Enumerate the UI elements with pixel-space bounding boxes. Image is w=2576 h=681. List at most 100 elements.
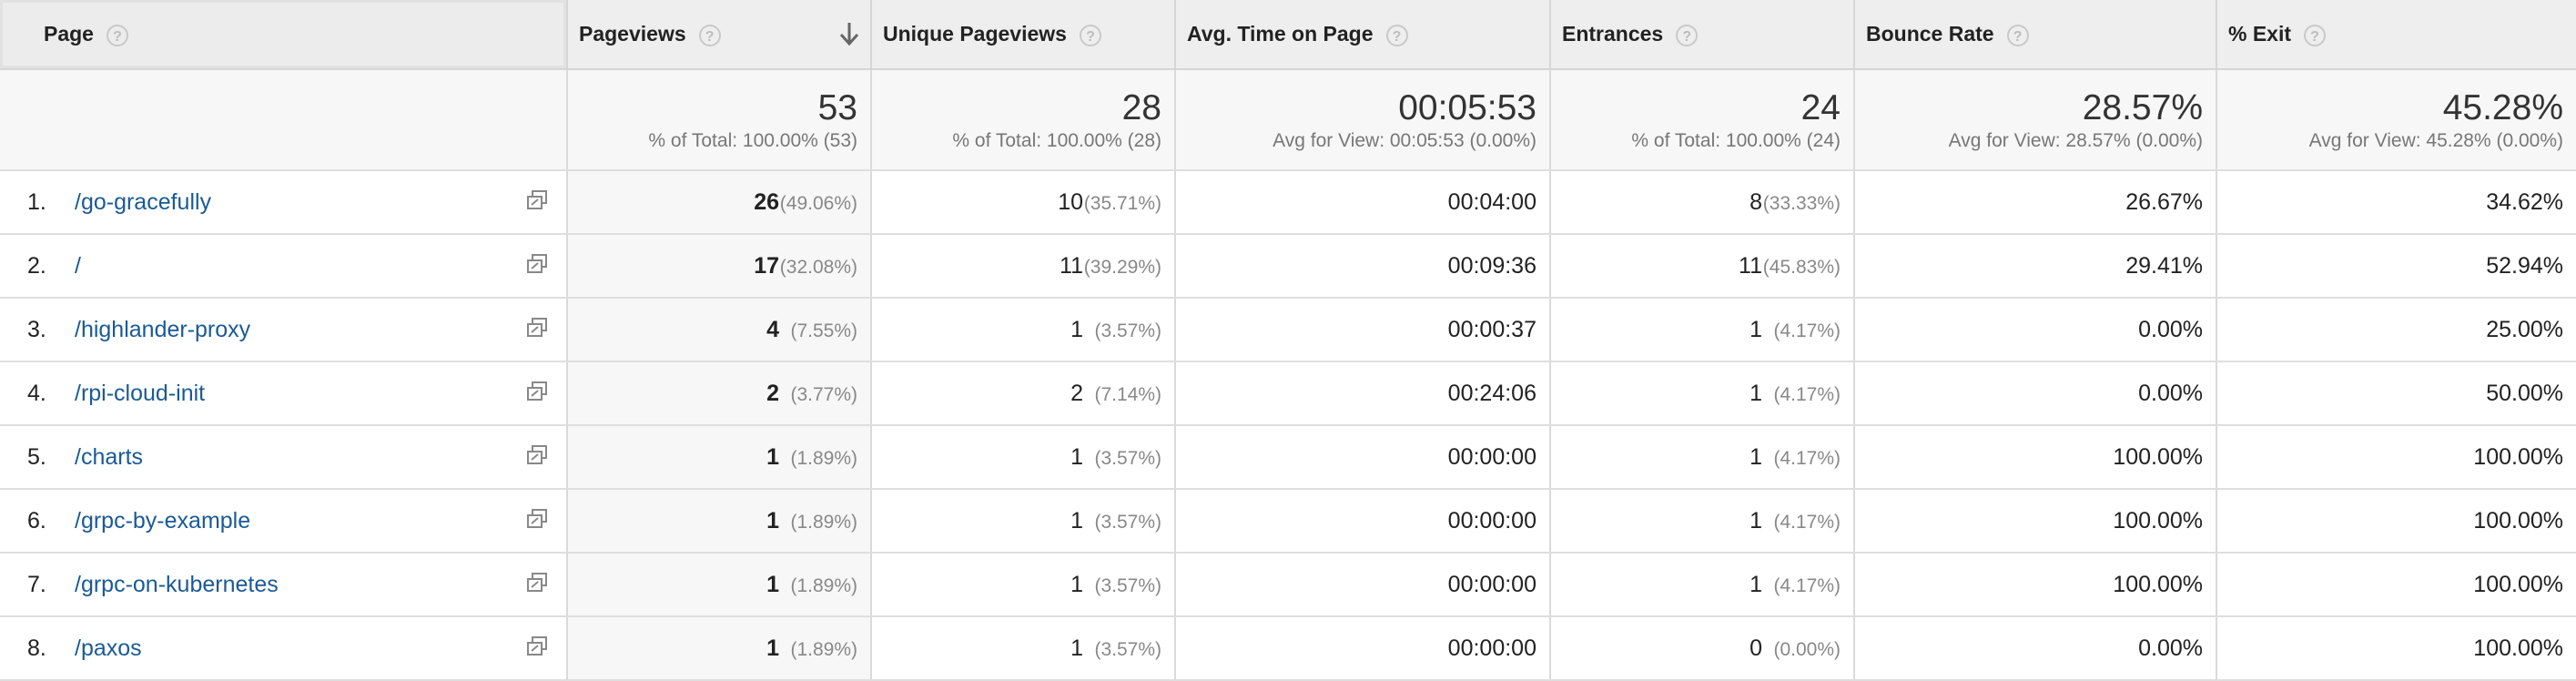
column-header-label: Pageviews <box>579 22 686 46</box>
exit-value: 100.00% <box>2473 571 2563 597</box>
pageviews-percent: (1.89%) <box>790 574 857 596</box>
popout-icon[interactable] <box>526 572 548 594</box>
table-row: 2./ 17(32.08%) 11(39.29%) 00:09:36 11(45… <box>0 234 2576 299</box>
entrances-cell: 1 (4.17%) <box>1549 361 1854 426</box>
help-icon[interactable]: ? <box>1385 24 1408 46</box>
unique-pageviews-cell: 1 (3.57%) <box>870 489 1175 554</box>
column-header-avg-time[interactable]: Avg. Time on Page? <box>1174 0 1550 70</box>
avg-time-value: 00:00:00 <box>1447 635 1536 661</box>
row-rank: 1. <box>27 188 46 215</box>
pageviews-percent: (32.08%) <box>779 256 857 278</box>
page-link[interactable]: / <box>75 253 81 279</box>
bounce-rate-cell: 0.00% <box>1853 616 2216 681</box>
column-header-page[interactable]: Page? <box>0 0 567 70</box>
unique-pageviews-cell: 1 (3.57%) <box>870 553 1175 617</box>
avg-time-cell: 00:24:06 <box>1174 361 1550 426</box>
exit-cell: 25.00% <box>2216 298 2576 362</box>
bounce-rate-value: 26.67% <box>2125 188 2203 215</box>
pageviews-percent: (1.89%) <box>790 511 857 533</box>
analytics-table: Page? Pageviews? Unique Pageviews? Avg. … <box>0 0 2576 681</box>
help-icon[interactable]: ? <box>2304 24 2327 46</box>
summary-value: 28 <box>1121 87 1161 127</box>
unique-pageviews-percent: (3.57%) <box>1094 638 1161 660</box>
column-header-pageviews[interactable]: Pageviews? <box>566 0 871 70</box>
popout-icon[interactable] <box>526 381 548 402</box>
exit-value: 52.94% <box>2486 252 2563 279</box>
unique-pageviews-value: 2 <box>1070 380 1083 406</box>
bounce-rate-cell: 26.67% <box>1853 170 2216 235</box>
help-icon[interactable]: ? <box>1676 24 1699 46</box>
popout-icon[interactable] <box>526 253 548 275</box>
popout-icon[interactable] <box>526 508 548 530</box>
pageviews-cell: 2 (3.77%) <box>566 361 871 426</box>
help-icon[interactable]: ? <box>106 24 128 46</box>
bounce-rate-cell: 100.00% <box>1853 425 2216 490</box>
summary-value: 53 <box>817 87 857 127</box>
column-header-label: Avg. Time on Page <box>1187 22 1374 46</box>
entrances-percent: (4.17%) <box>1773 511 1841 533</box>
popout-icon[interactable] <box>526 444 548 466</box>
unique-pageviews-value: 1 <box>1070 507 1083 534</box>
exit-cell: 100.00% <box>2216 553 2576 617</box>
page-link[interactable]: /grpc-on-kubernetes <box>75 572 279 597</box>
row-rank: 3. <box>27 316 46 342</box>
column-header-bounce-rate[interactable]: Bounce Rate? <box>1853 0 2216 70</box>
page-link[interactable]: /go-gracefully <box>75 189 211 215</box>
avg-time-cell: 00:04:00 <box>1174 170 1550 235</box>
unique-pageviews-cell: 11(39.29%) <box>870 234 1175 299</box>
avg-time-value: 00:04:00 <box>1447 188 1536 215</box>
summary-subtext: % of Total: 100.00% (28) <box>952 129 1161 151</box>
pageviews-value: 1 <box>766 635 779 661</box>
unique-pageviews-value: 1 <box>1070 571 1083 597</box>
avg-time-cell: 00:00:00 <box>1174 616 1550 681</box>
exit-value: 100.00% <box>2473 443 2563 470</box>
avg-time-value: 00:00:37 <box>1447 316 1536 342</box>
pageviews-value: 4 <box>766 316 779 342</box>
unique-pageviews-cell: 1 (3.57%) <box>870 298 1175 362</box>
help-icon[interactable]: ? <box>1079 24 1101 46</box>
sort-arrow-down-icon[interactable] <box>837 20 861 47</box>
exit-cell: 100.00% <box>2216 616 2576 681</box>
row-rank: 5. <box>27 443 46 470</box>
entrances-cell: 1 (4.17%) <box>1549 489 1854 554</box>
entrances-value: 1 <box>1749 443 1762 470</box>
pageviews-cell: 4 (7.55%) <box>566 298 871 362</box>
entrances-percent: (4.17%) <box>1773 447 1841 469</box>
unique-pageviews-cell: 1 (3.57%) <box>870 616 1175 681</box>
page-link[interactable]: /paxos <box>75 635 142 661</box>
bounce-rate-value: 29.41% <box>2125 252 2203 279</box>
summary-subtext: Avg for View: 00:05:53 (0.00%) <box>1273 129 1536 151</box>
entrances-value: 1 <box>1749 571 1762 597</box>
avg-time-cell: 00:00:00 <box>1174 553 1550 617</box>
row-rank: 8. <box>27 635 46 661</box>
bounce-rate-cell: 100.00% <box>1853 489 2216 554</box>
column-header-unique-pageviews[interactable]: Unique Pageviews? <box>870 0 1175 70</box>
popout-icon[interactable] <box>526 635 548 657</box>
unique-pageviews-cell: 1 (3.57%) <box>870 425 1175 490</box>
page-link[interactable]: /grpc-by-example <box>75 508 250 534</box>
entrances-percent: (4.17%) <box>1773 383 1841 405</box>
popout-icon[interactable] <box>526 189 548 211</box>
column-header-exit[interactable]: % Exit? <box>2216 0 2576 70</box>
row-rank: 4. <box>27 380 46 406</box>
page-link[interactable]: /highlander-proxy <box>75 317 250 342</box>
help-icon[interactable]: ? <box>698 24 721 46</box>
page-link[interactable]: /charts <box>75 444 143 470</box>
entrances-cell: 11(45.83%) <box>1549 234 1854 299</box>
exit-value: 34.62% <box>2486 188 2563 215</box>
page-cell: 2. / <box>0 234 567 299</box>
row-rank: 7. <box>27 571 46 597</box>
summary-value: 00:05:53 <box>1398 87 1536 127</box>
avg-time-value: 00:00:00 <box>1447 443 1536 470</box>
unique-pageviews-percent: (39.29%) <box>1083 256 1161 278</box>
pageviews-percent: (3.77%) <box>790 383 857 405</box>
exit-cell: 50.00% <box>2216 361 2576 426</box>
column-header-entrances[interactable]: Entrances? <box>1549 0 1854 70</box>
help-icon[interactable]: ? <box>2006 24 2029 46</box>
page-link[interactable]: /rpi-cloud-init <box>75 381 205 406</box>
entrances-value: 11 <box>1739 252 1762 279</box>
summary-row: 53 % of Total: 100.00% (53) 28 % of Tota… <box>0 69 2576 171</box>
popout-icon[interactable] <box>526 317 548 339</box>
pageviews-cell: 1 (1.89%) <box>566 553 871 617</box>
row-rank: 6. <box>27 507 46 534</box>
